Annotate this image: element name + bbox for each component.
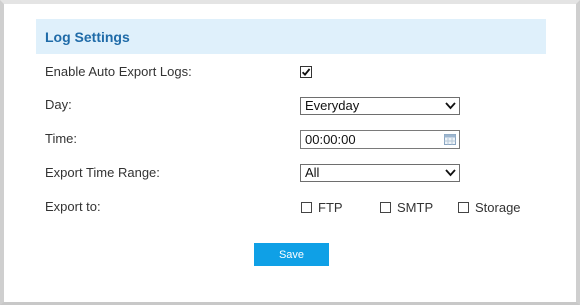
checkmark-icon <box>301 68 311 76</box>
export-time-range-row: Export Time Range: <box>45 162 160 184</box>
export-storage-checkbox[interactable] <box>458 202 469 213</box>
day-row: Day: <box>45 94 72 116</box>
export-time-range-label: Export Time Range: <box>45 165 160 180</box>
time-row: Time: <box>45 128 77 150</box>
enable-auto-export-label: Enable Auto Export Logs: <box>45 64 192 79</box>
day-select-value: Everyday <box>305 98 360 113</box>
save-button[interactable]: Save <box>254 243 329 266</box>
calendar-icon[interactable] <box>444 134 456 145</box>
time-label: Time: <box>45 131 78 146</box>
time-input[interactable]: 00:00:00 <box>300 130 460 149</box>
export-time-range-value: All <box>305 165 320 180</box>
export-to-label: Export to: <box>45 199 101 214</box>
enable-auto-export-checkbox[interactable] <box>300 66 312 78</box>
time-input-value: 00:00:00 <box>305 132 356 147</box>
export-time-range-select[interactable]: All <box>300 164 460 182</box>
export-storage-label: Storage <box>475 200 521 215</box>
chevron-down-icon <box>445 102 456 110</box>
export-ftp-checkbox[interactable] <box>301 202 312 213</box>
export-smtp-checkbox[interactable] <box>380 202 391 213</box>
export-smtp-label: SMTP <box>397 200 434 215</box>
panel-title: Log Settings <box>45 29 130 45</box>
day-select[interactable]: Everyday <box>300 97 460 115</box>
panel-header: Log Settings <box>36 19 546 54</box>
export-ftp-label: FTP <box>318 200 343 215</box>
day-label: Day: <box>45 97 72 112</box>
chevron-down-icon <box>445 169 456 177</box>
enable-auto-export-row: Enable Auto Export Logs: <box>45 61 192 83</box>
export-to-row: Export to: <box>45 196 101 218</box>
